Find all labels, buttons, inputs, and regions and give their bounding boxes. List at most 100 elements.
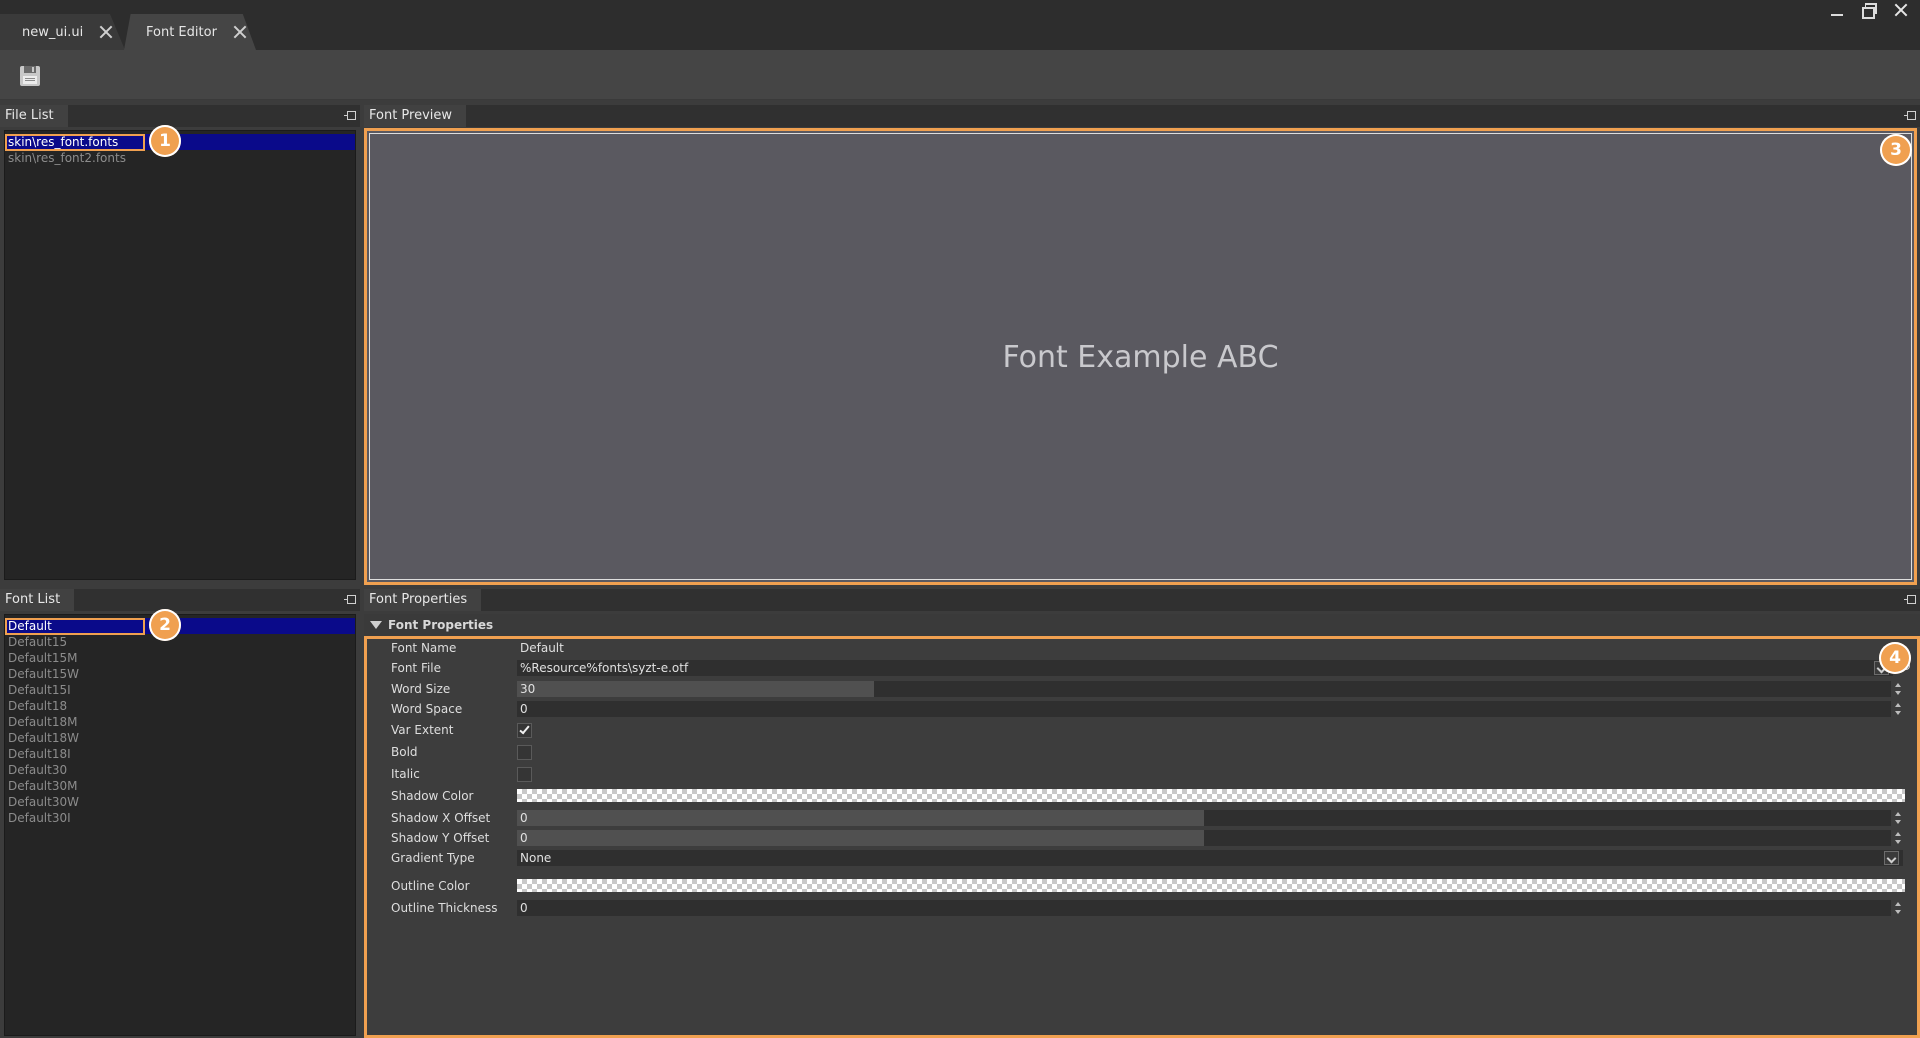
slider-fill [517,681,875,697]
font-list-title: Font List [0,589,75,611]
file-item-label: skin\res_font2.fonts [8,151,126,165]
prop-label: Gradient Type [391,851,475,865]
list-item[interactable]: Default30 [5,762,355,778]
prop-row-shadow-x: Shadow X Offset 0 [367,809,1917,827]
spinner-icon[interactable] [1893,681,1903,697]
word-size-slider[interactable]: 30 [517,681,1901,697]
list-item[interactable]: Default18 [5,698,355,714]
prop-row-gradient-type: Gradient Type None [367,849,1917,867]
list-item[interactable]: skin\res_font2.fonts [5,150,355,166]
prop-label: Outline Thickness [391,901,498,915]
shadow-y-slider[interactable]: 0 [517,830,1901,846]
italic-checkbox[interactable] [517,767,532,782]
spinner-icon[interactable] [1893,900,1903,916]
font-preview-area: Font Example ABC [364,128,1917,585]
prop-label: Font File [391,661,442,675]
save-button[interactable] [18,64,42,88]
prop-row-word-size: Word Size 30 [367,680,1917,698]
prop-row-italic: Italic [367,765,1917,783]
prop-label: Var Extent [391,723,454,737]
var-extent-checkbox[interactable] [517,723,532,738]
list-item[interactable]: Default30W [5,794,355,810]
prop-row-var-extent: Var Extent [367,721,1917,739]
shadow-x-value: 0 [520,811,528,825]
prop-label: Outline Color [391,879,470,893]
slider-fill [517,830,1204,846]
list-item[interactable]: Default15 [5,634,355,650]
preview-sample-text: Font Example ABC [1002,340,1279,375]
pin-icon[interactable] [344,110,356,122]
toolbar [0,50,1920,100]
tab-label: Font Editor [146,24,217,40]
font-list: Default Default15 Default15M Default15W … [4,614,356,1036]
font-name-value: Default [520,641,564,655]
minimize-icon[interactable] [1828,1,1846,19]
collapse-arrow-icon[interactable] [370,621,382,629]
prop-label: Bold [391,745,418,759]
prop-row-word-space: Word Space 0 [367,700,1917,718]
list-item[interactable]: Default15I [5,682,355,698]
callout-badge-4: 4 [1879,642,1911,674]
list-item[interactable]: Default18W [5,730,355,746]
prop-label: Shadow Color [391,789,474,803]
font-file-select[interactable]: %Resource%fonts\syzt-e.otf [517,660,1910,676]
file-list-header: File List [0,105,360,127]
font-properties-title: Font Properties [364,589,482,611]
pin-icon[interactable] [1904,110,1916,122]
outline-thickness-input[interactable]: 0 [517,900,1901,916]
font-properties-header: Font Properties [364,589,1920,611]
spinner-icon[interactable] [1893,701,1903,717]
font-editor-window: new_ui.ui Font Editor File List skin\res… [0,0,1920,1038]
gradient-type-value: None [520,851,552,865]
properties-grid: Font Name Default Font File %Resource%fo… [364,636,1920,1038]
prop-label: Word Size [391,682,451,696]
list-item[interactable]: Default15W [5,666,355,682]
chevron-down-icon[interactable] [1884,851,1899,865]
preview-canvas: Font Example ABC [369,133,1912,580]
spinner-icon[interactable] [1893,830,1903,846]
file-list-title: File List [0,105,68,127]
prop-label: Word Space [391,702,463,716]
restore-icon[interactable] [1860,1,1878,19]
list-item[interactable]: Default30M [5,778,355,794]
outline-color-swatch[interactable] [517,879,1905,892]
prop-label: Italic [391,767,420,781]
tab-font-editor[interactable]: Font Editor [124,14,256,50]
check-icon [519,723,530,735]
properties-section-header[interactable]: Font Properties [364,614,1920,636]
word-space-input[interactable]: 0 [517,701,1901,717]
callout-badge-3: 3 [1880,134,1912,166]
close-window-icon[interactable] [1892,1,1910,19]
word-size-value: 30 [520,682,536,696]
callout-badge-1: 1 [149,125,181,157]
callout-badge-2: 2 [149,609,181,641]
prop-label: Shadow Y Offset [391,831,490,845]
slider-fill [517,810,1204,826]
list-item[interactable]: Default15M [5,650,355,666]
close-icon[interactable] [99,25,113,39]
prop-row-bold: Bold [367,743,1917,761]
pin-icon[interactable] [344,594,356,606]
gradient-type-select[interactable]: None [517,850,1903,866]
font-file-value: %Resource%fonts\syzt-e.otf [520,661,689,675]
section-title: Font Properties [388,618,494,632]
pin-icon[interactable] [1904,594,1916,606]
prop-label: Shadow X Offset [391,811,491,825]
bold-checkbox[interactable] [517,745,532,760]
word-space-value: 0 [520,702,528,716]
font-list-header: Font List [0,589,360,611]
spinner-icon[interactable] [1893,810,1903,826]
list-item[interactable]: Default18M [5,714,355,730]
prop-row-outline-color: Outline Color [367,877,1917,895]
list-item[interactable]: Default30I [5,810,355,826]
list-item[interactable]: Default18I [5,746,355,762]
font-preview-header: Font Preview [364,105,1920,127]
close-icon[interactable] [233,25,247,39]
shadow-color-swatch[interactable] [517,789,1905,802]
prop-row-shadow-y: Shadow Y Offset 0 [367,829,1917,847]
prop-row-font-file: Font File %Resource%fonts\syzt-e.otf [367,659,1917,677]
tab-new-ui[interactable]: new_ui.ui [0,14,125,50]
tab-strip: new_ui.ui Font Editor [0,0,1920,50]
font-preview-title: Font Preview [364,105,467,127]
shadow-x-slider[interactable]: 0 [517,810,1901,826]
